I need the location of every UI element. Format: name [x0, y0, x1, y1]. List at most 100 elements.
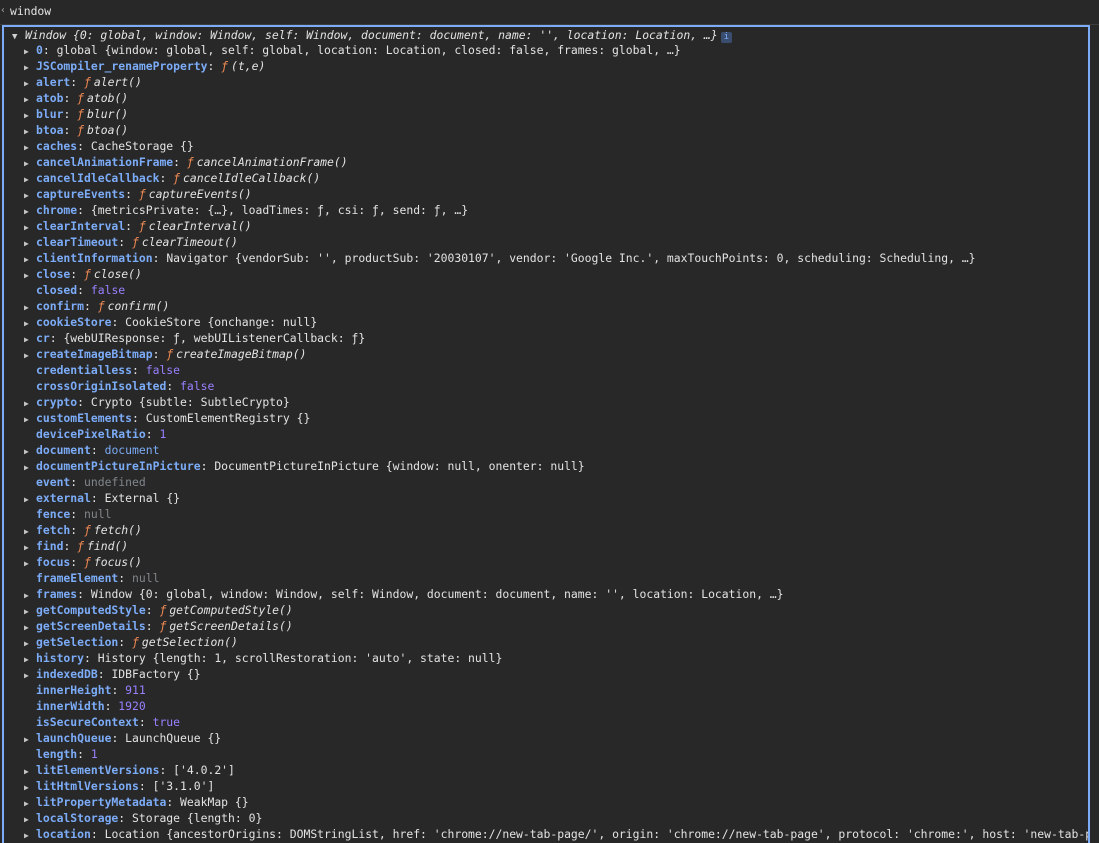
property-row[interactable]: ▶ chrome: {metricsPrivate: {…}, loadTimes…	[4, 202, 1088, 218]
property-row[interactable]: ▶ indexedDB: IDBFactory {}	[4, 666, 1088, 682]
property-value: (t,e)	[231, 59, 266, 73]
property-row[interactable]: ▶ focus: ƒ focus()	[4, 554, 1088, 570]
chevron-left-icon: ‹	[0, 5, 7, 16]
property-key: innerWidth	[36, 699, 105, 713]
property-row: devicePixelRatio: 1	[36, 427, 167, 441]
property-row[interactable]: ▶ captureEvents: ƒ captureEvents()	[4, 186, 1088, 202]
property-value: DocumentPictureInPicture {window: null, …	[214, 459, 585, 473]
property-value: focus()	[93, 555, 142, 569]
property-row[interactable]: ▶ clearInterval: ƒ clearInterval()	[4, 218, 1088, 234]
property-row[interactable]: ▶ blur: ƒ blur()	[4, 106, 1088, 122]
property-row[interactable]: ▶ cancelIdleCallback: ƒ cancelIdleCallback…	[4, 170, 1088, 186]
property-key: document	[36, 443, 91, 457]
property-row[interactable]: ▶ documentPictureInPicture: DocumentPictu…	[4, 458, 1088, 474]
property-key: clientInformation	[36, 251, 153, 265]
property-row[interactable]: ▶ clearTimeout: ƒ clearTimeout()	[4, 234, 1088, 250]
property-value: null	[84, 507, 112, 521]
property-value: 1	[159, 427, 167, 441]
property-row[interactable]: ▶ confirm: ƒ confirm()	[4, 298, 1088, 314]
function-icon: ƒ	[97, 299, 105, 313]
property-row[interactable]: ▶ JSCompiler_renameProperty: ƒ (t,e)	[4, 58, 1088, 74]
property-value: Location {ancestorOrigins: DOMStringList…	[104, 827, 1090, 841]
property-list: ▶ 0: global {window: global, self: global…	[4, 42, 1088, 842]
property-key: innerHeight	[36, 683, 112, 697]
property-row[interactable]: ▶ getComputedStyle: ƒ getComputedStyle()	[4, 602, 1088, 618]
property-value: IDBFactory {}	[111, 667, 201, 681]
property-value: undefined	[84, 475, 146, 489]
property-row[interactable]: ▶ cookieStore: CookieStore {onchange: nul…	[4, 314, 1088, 330]
property-value: atob()	[87, 91, 129, 105]
property-row[interactable]: ▶ litHtmlVersions: ['3.1.0']	[4, 778, 1088, 794]
property-key: litHtmlVersions	[36, 779, 139, 793]
property-row: innerHeight: 911	[36, 683, 146, 697]
property-row[interactable]: ▶ fetch: ƒ fetch()	[4, 522, 1088, 538]
property-row[interactable]: ▶ 0: global {window: global, self: global…	[4, 42, 1088, 58]
property-row[interactable]: ▶ alert: ƒ alert()	[4, 74, 1088, 90]
property-value: btoa()	[87, 123, 129, 137]
property-row[interactable]: ▶ caches: CacheStorage {}	[4, 138, 1088, 154]
property-key: closed	[36, 283, 78, 297]
property-row[interactable]: ▶ cancelAnimationFrame: ƒ cancelAnimationF…	[4, 154, 1088, 170]
property-row[interactable]: ▶ find: ƒ find()	[4, 538, 1088, 554]
property-key: chrome	[36, 203, 78, 217]
property-row[interactable]: ▶ frames: Window {0: global, window: Wind…	[4, 586, 1088, 602]
property-key: frameElement	[36, 571, 119, 585]
property-value: false	[90, 283, 126, 297]
property-key: blur	[36, 107, 64, 121]
function-icon: ƒ	[84, 523, 91, 537]
property-key: devicePixelRatio	[36, 427, 146, 441]
function-icon: ƒ	[221, 59, 229, 73]
property-key: createImageBitmap	[36, 347, 153, 361]
property-value: CustomElementRegistry {}	[145, 411, 311, 425]
function-icon: ƒ	[132, 635, 139, 649]
property-key: length	[36, 747, 78, 761]
property-row[interactable]: ▶ btoa: ƒ btoa()	[4, 122, 1088, 138]
property-row[interactable]: ▶ getScreenDetails: ƒ getScreenDetails()	[4, 618, 1088, 634]
property-key: alert	[36, 75, 71, 89]
property-key: cancelAnimationFrame	[36, 155, 174, 169]
function-icon: ƒ	[77, 91, 85, 105]
property-key: atob	[36, 91, 64, 105]
property-key: find	[36, 539, 64, 553]
property-row[interactable]: ▶ customElements: CustomElementRegistry {…	[4, 410, 1088, 426]
property-row[interactable]: ▶ crypto: Crypto {subtle: SubtleCrypto}	[4, 394, 1088, 410]
property-row[interactable]: ▶ external: External {}	[4, 490, 1088, 506]
property-value[interactable]: document	[105, 443, 160, 457]
property-row[interactable]: ▶ launchQueue: LaunchQueue {}	[4, 730, 1088, 746]
property-row: credentialless: false	[36, 363, 181, 377]
function-icon: ƒ	[159, 603, 167, 617]
object-tree[interactable]: ▼ Window {0: global, window: Window, self…	[2, 25, 1090, 843]
property-value: External {}	[104, 491, 181, 505]
property-row[interactable]: ▶ location: Location {ancestorOrigins: DO…	[4, 826, 1088, 842]
function-icon: ƒ	[77, 123, 85, 137]
function-icon: ƒ	[84, 555, 91, 569]
property-value: WeakMap {}	[180, 795, 249, 809]
object-summary[interactable]: ▼ Window {0: global, window: Window, self…	[4, 27, 1088, 43]
property-row[interactable]: ▶ clientInformation: Navigator {vendorSub…	[4, 250, 1088, 266]
property-row[interactable]: ▶ close: ƒ close()	[4, 266, 1088, 282]
property-value: find()	[87, 539, 129, 553]
property-row[interactable]: ▶ document: document	[4, 442, 1088, 458]
property-key: crossOriginIsolated	[36, 379, 167, 393]
function-icon: ƒ	[138, 187, 146, 201]
property-value: Crypto {subtle: SubtleCrypto}	[90, 395, 290, 409]
property-value: {metricsPrivate: {…}, loadTimes: ƒ, csi:…	[90, 203, 469, 217]
property-row[interactable]: ▶ atob: ƒ atob()	[4, 90, 1088, 106]
property-row[interactable]: ▶ createImageBitmap: ƒ createImageBitmap()	[4, 346, 1088, 362]
property-key: clearTimeout	[36, 235, 119, 249]
function-icon: ƒ	[84, 75, 91, 89]
property-row[interactable]: ▶ getSelection: ƒ getSelection()	[4, 634, 1088, 650]
property-row: event: undefined	[36, 475, 146, 489]
property-value: Storage {length: 0}	[132, 811, 263, 825]
property-row[interactable]: ▶ litPropertyMetadata: WeakMap {}	[4, 794, 1088, 810]
property-row[interactable]: ▶ localStorage: Storage {length: 0}	[4, 810, 1088, 826]
property-row[interactable]: ▶ cr: {webUIResponse: ƒ, webUIListenerCal…	[4, 330, 1088, 346]
property-row[interactable]: ▶ history: History {length: 1, scrollRest…	[4, 650, 1088, 666]
property-key: JSCompiler_renameProperty	[36, 59, 208, 73]
property-key: getSelection	[36, 635, 119, 649]
property-row[interactable]: ▶ litElementVersions: ['4.0.2']	[4, 762, 1088, 778]
property-value: LaunchQueue {}	[125, 731, 222, 745]
property-value: true	[152, 715, 181, 729]
triangle-right-icon[interactable]: ▶	[24, 828, 36, 843]
property-value: cancelAnimationFrame()	[196, 155, 348, 169]
